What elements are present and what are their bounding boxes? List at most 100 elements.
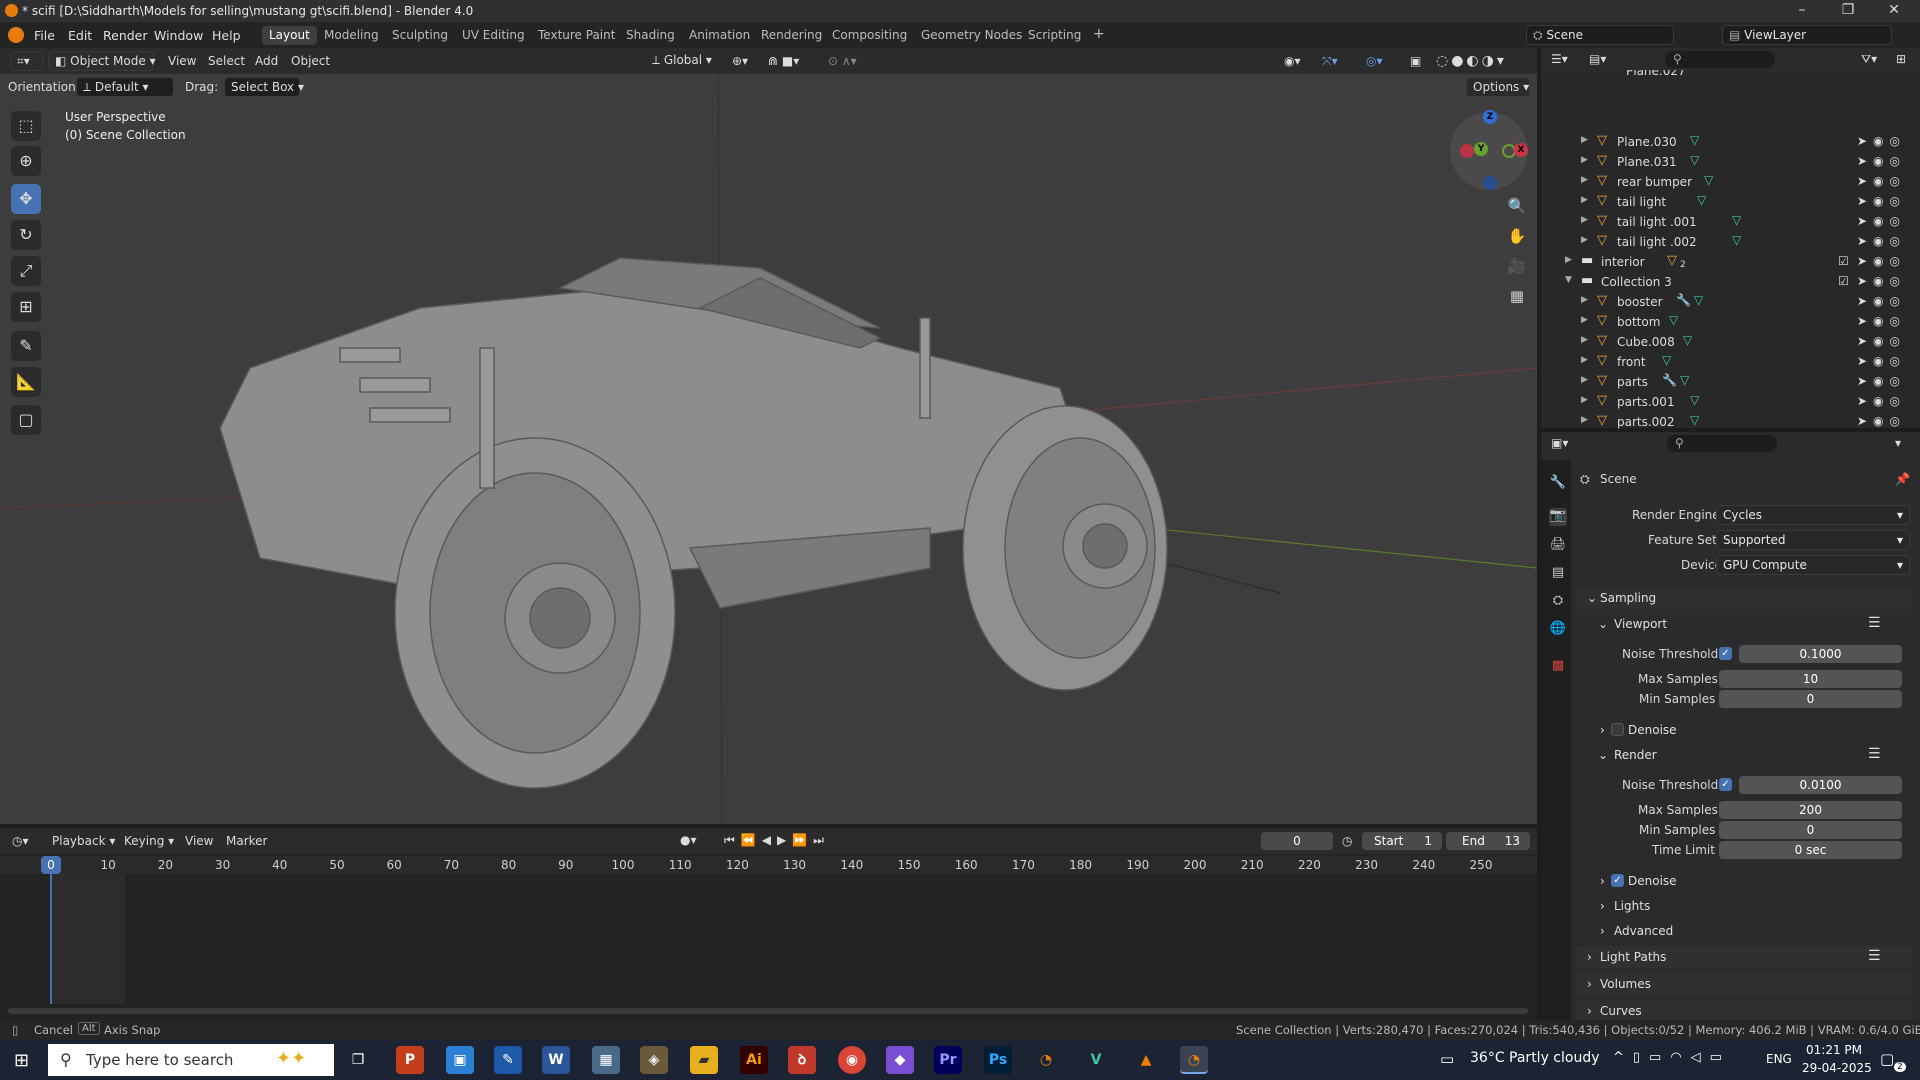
vp-denoise-checkbox[interactable] [1611,723,1624,736]
tab-scripting[interactable]: Scripting [1021,26,1088,45]
texture-tab-icon[interactable]: ▩ [1549,658,1567,676]
expand-arrow-icon[interactable]: ▶ [1581,355,1588,365]
outliner-row[interactable]: ▶ ▽ Plane.031 ▽ ➤◉◎ [1541,152,1920,172]
gizmo-z-axis[interactable]: Z [1483,110,1497,124]
properties-options-icon[interactable]: ▾ [1895,436,1901,450]
outliner-row[interactable]: ▶ ▽ parts.001 ▽ ➤◉◎ [1541,392,1920,412]
xray-toggle-icon[interactable]: ▣ [1410,54,1421,68]
word-icon[interactable]: W [542,1046,570,1074]
r-noise-threshold-field[interactable]: 0.0100 [1739,776,1902,794]
pin-icon[interactable]: 📌 [1895,472,1910,486]
list-presets-icon[interactable]: ☰ [1868,948,1881,964]
timeline-editor-icon[interactable]: ◷▾ [12,834,29,848]
mesh-data-icon[interactable]: ▽ [1669,313,1678,327]
expand-arrow-icon[interactable]: ▶ [1565,255,1572,265]
notification-icon[interactable]: ▢ [1880,1050,1894,1068]
add-workspace-button[interactable]: + [1086,24,1112,43]
vp-denoise-label[interactable]: Denoise [1628,723,1677,737]
view-layer-selector[interactable]: ▤ ViewLayer [1722,25,1892,45]
visibility-toggles-icon[interactable]: ➤◉◎ [1857,314,1906,328]
device-dropdown[interactable]: GPU Compute ▾ [1716,555,1910,575]
output-tab-icon[interactable]: 🖨 [1549,537,1567,555]
proportional-edit-icon[interactable]: ⊙ ∧▾ [828,54,857,68]
copilot-sparkle-icon[interactable]: ✦✦ [276,1048,306,1069]
zoom-icon[interactable]: 🔍 [1503,192,1531,220]
blender-taskbar-icon[interactable]: ◔ [1032,1046,1060,1074]
annotate-tool[interactable]: ✎ [11,331,41,361]
visibility-toggles-icon[interactable]: ➤◉◎ [1857,134,1906,148]
playback-menu[interactable]: Playback ▾ [52,834,115,848]
record-icon[interactable]: ●▾ [680,833,697,847]
preview-range-icon[interactable]: ◷ [1342,834,1352,848]
current-frame-field[interactable]: 0 [1261,832,1333,850]
outliner-row[interactable]: ▶ ▬ interior ▽ 2 ☑ ➤◉◎ [1541,252,1920,272]
outliner-row[interactable]: ▶ ▽ tail light .002 ▽ ➤◉◎ [1541,232,1920,252]
mesh-data-icon[interactable]: ▽ [1732,233,1741,247]
weather-icon[interactable]: ▭ [1440,1050,1454,1068]
tab-uv-editing[interactable]: UV Editing [455,26,532,45]
perspective-toggle-icon[interactable]: ▦ [1503,282,1531,310]
notes-icon[interactable]: ✎ [494,1046,522,1074]
r-noise-threshold-checkbox[interactable]: ✓ [1719,778,1732,791]
tab-layout[interactable]: Layout [262,26,317,45]
maximize-button[interactable]: ❐ [1826,0,1870,22]
mesh-data-icon[interactable]: ▽ [1683,333,1692,347]
outliner-row[interactable]: ▶ ▽ Cube.008 ▽ ➤◉◎ [1541,332,1920,352]
expand-arrow-icon[interactable]: ▶ [1581,155,1588,165]
taskbar-search-input[interactable]: ⚲ Type here to search ✦✦ [48,1044,334,1076]
clock-time[interactable]: 01:21 PM [1806,1043,1862,1057]
task-view-icon[interactable]: ❐ [344,1046,372,1074]
outliner-row[interactable]: ▶ ▽ front ▽ ➤◉◎ [1541,352,1920,372]
visibility-toggles-icon[interactable]: ➤◉◎ [1857,174,1906,188]
vp-noise-threshold-checkbox[interactable]: ✓ [1719,647,1732,660]
add-menu[interactable]: Add [255,54,278,68]
visibility-toggles-icon[interactable]: ➤◉◎ [1857,154,1906,168]
volumes-panel-header[interactable]: › Volumes [1577,973,1912,995]
gizmo-neg-z-axis[interactable] [1483,176,1497,190]
new-collection-icon[interactable]: ⊞ [1896,52,1906,66]
render-subpanel-label[interactable]: Render [1614,748,1657,762]
vlc-icon[interactable]: ▲ [1132,1046,1160,1074]
blender-menu-icon[interactable] [8,27,24,43]
weather-text[interactable]: 36°C Partly cloudy [1470,1050,1600,1066]
rotate-tool[interactable]: ↻ [11,220,41,250]
mesh-data-icon[interactable]: ▽ [1680,373,1689,387]
r-time-limit-field[interactable]: 0 sec [1719,841,1902,859]
menu-window[interactable]: Window [154,28,203,43]
tab-animation[interactable]: Animation [682,26,757,45]
start-frame-field[interactable]: Start 1 [1362,832,1442,850]
tab-modeling[interactable]: Modeling [317,26,386,45]
tool-tab-icon[interactable]: 🔧 [1549,475,1567,493]
r-min-samples-field[interactable]: 0 [1719,821,1902,839]
orientation-dropdown[interactable]: ⟂ Default ▾ [76,77,174,97]
expand-arrow-icon[interactable]: ▶ [1581,395,1588,405]
language-indicator[interactable]: ENG [1766,1052,1792,1066]
properties-search-input[interactable]: ⚲ [1667,435,1777,452]
outliner-row-partial[interactable]: Plane.027 [1541,70,1920,80]
expand-arrow-icon[interactable]: ▶ [1581,195,1588,205]
store-icon[interactable]: ▣ [446,1046,474,1074]
gizmo-neg-x-axis[interactable] [1460,144,1474,158]
file-explorer-icon[interactable]: ▰ [690,1046,718,1074]
visibility-toggles-icon[interactable]: ➤◉◎ [1857,414,1906,428]
mesh-data-icon[interactable]: ▽ [1690,153,1699,167]
tab-geometry-nodes[interactable]: Geometry Nodes [914,26,1029,45]
vp-min-samples-field[interactable]: 0 [1719,690,1902,708]
drag-dropdown[interactable]: Select Box ▾ [224,77,304,97]
powerpoint-icon[interactable]: P [396,1046,424,1074]
render-tab-icon[interactable]: 📷 [1549,508,1567,526]
mesh-data-icon[interactable]: ▽ [1704,173,1713,187]
mesh-data-icon[interactable]: ▽ [1697,193,1706,207]
scene-selector[interactable]: ⛭ Scene [1526,25,1674,45]
photoshop-icon[interactable]: Ps [984,1046,1012,1074]
visibility-toggles-icon[interactable]: ➤◉◎ [1857,374,1906,388]
3d-viewport[interactable] [0,48,1537,824]
viewport-subpanel-label[interactable]: Viewport [1614,617,1667,631]
visibility-toggles-icon[interactable]: ➤◉◎ [1857,274,1906,288]
object-mode-dropdown[interactable]: ◧ Object Mode ▾ [48,51,156,71]
expand-arrow-icon[interactable]: ▶ [1581,235,1588,245]
outliner-row[interactable]: ▶ ▽ parts.002 ▽ ➤◉◎ [1541,412,1920,432]
outliner-row[interactable]: ▶ ▽ tail light ▽ ➤◉◎ [1541,192,1920,212]
keying-menu[interactable]: Keying ▾ [124,834,174,848]
expand-arrow-icon[interactable]: ▶ [1581,375,1588,385]
